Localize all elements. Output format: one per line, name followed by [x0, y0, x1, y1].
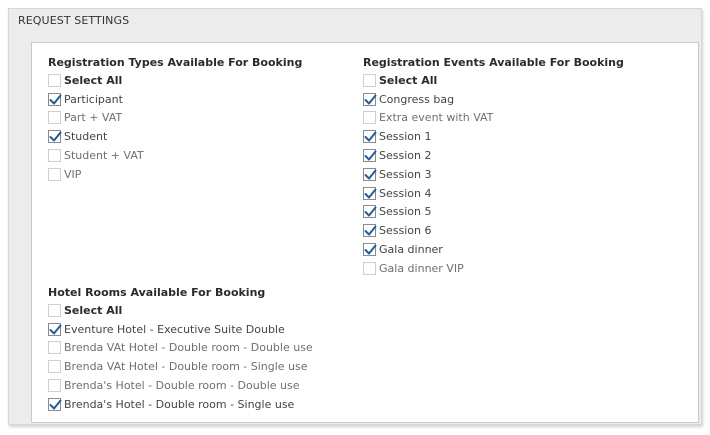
registration-events-option-extra-event-with-vat[interactable]: Extra event with VAT	[363, 109, 624, 128]
checkmark-icon	[364, 131, 377, 142]
registration-events-list: Select All Congress bag Extra event with V…	[363, 71, 624, 278]
checkmark-icon	[364, 150, 377, 161]
checkmark-icon	[49, 94, 62, 105]
registration-events-select-all-label: Select All	[379, 73, 438, 87]
registration-events-option-congress-bag-checkbox[interactable]	[363, 92, 377, 106]
hotel-rooms-option-brenda-s-hotel-double-room-double-use-label: Brenda's Hotel - Double room - Double us…	[64, 379, 300, 393]
registration-events-option-gala-dinner-vip-label: Gala dinner VIP	[379, 261, 464, 275]
registration-types-title: Registration Types Available For Booking	[48, 56, 303, 69]
registration-events-select-all[interactable]: Select All	[363, 71, 624, 90]
registration-types-select-all[interactable]: Select All	[48, 71, 302, 90]
registration-events-option-congress-bag-label: Congress bag	[379, 92, 455, 106]
registration-events-option-session-6[interactable]: Session 6	[363, 221, 624, 240]
checkmark-icon	[364, 188, 377, 199]
registration-events-option-session-1[interactable]: Session 1	[363, 127, 624, 146]
hotel-rooms-select-all-checkbox[interactable]	[48, 303, 61, 317]
settings-content: Registration Types Available For Booking…	[31, 42, 699, 423]
hotel-rooms-select-all[interactable]: Select All	[48, 301, 313, 320]
registration-types-option-student-vat-checkbox[interactable]	[48, 149, 61, 163]
registration-events-option-extra-event-with-vat-checkbox[interactable]	[363, 111, 376, 125]
registration-types-option-student-vat-label: Student + VAT	[64, 149, 144, 163]
checkmark-icon	[49, 131, 62, 142]
registration-events-option-congress-bag[interactable]: Congress bag	[363, 90, 624, 109]
hotel-rooms-option-brenda-vat-hotel-double-room-single-use-label: Brenda VAt Hotel - Double room - Single …	[64, 360, 308, 374]
hotel-rooms-option-brenda-vat-hotel-double-room-double-use-label: Brenda VAt Hotel - Double room - Double …	[64, 341, 313, 355]
registration-types-option-student-vat[interactable]: Student + VAT	[48, 146, 302, 165]
registration-types-list: Select All Participant Part + VAT Student St…	[48, 71, 302, 184]
checkmark-icon	[364, 169, 377, 180]
registration-events-option-session-2-checkbox[interactable]	[363, 149, 377, 163]
hotel-rooms-option-eventure-hotel-executive-suite-double-label: Eventure Hotel - Executive Suite Double	[64, 322, 285, 336]
registration-types-option-part-vat[interactable]: Part + VAT	[48, 109, 302, 128]
registration-events-option-session-6-checkbox[interactable]	[363, 224, 377, 238]
checkmark-icon	[49, 324, 62, 335]
registration-events-option-session-4-checkbox[interactable]	[363, 186, 377, 200]
registration-types-option-vip-label: VIP	[64, 167, 82, 181]
hotel-rooms-select-all-label: Select All	[64, 303, 123, 317]
registration-events-select-all-checkbox[interactable]	[363, 73, 376, 87]
hotel-rooms-option-eventure-hotel-executive-suite-double-checkbox[interactable]	[48, 322, 62, 336]
registration-events-option-session-3[interactable]: Session 3	[363, 165, 624, 184]
hotel-rooms-list: Select All Eventure Hotel - Executive Sui…	[48, 301, 313, 414]
registration-events-option-session-5[interactable]: Session 5	[363, 203, 624, 222]
hotel-rooms-option-brenda-s-hotel-double-room-double-use-checkbox[interactable]	[48, 379, 61, 393]
registration-types-select-all-label: Select All	[64, 73, 123, 87]
registration-events-option-session-4-label: Session 4	[379, 186, 432, 200]
registration-events-option-session-2[interactable]: Session 2	[363, 146, 624, 165]
registration-events-title: Registration Events Available For Bookin…	[363, 56, 624, 69]
hotel-rooms-option-eventure-hotel-executive-suite-double[interactable]: Eventure Hotel - Executive Suite Double	[48, 320, 313, 339]
registration-events-option-gala-dinner-vip[interactable]: Gala dinner VIP	[363, 259, 624, 278]
checkmark-icon	[364, 94, 377, 105]
registration-events-option-session-3-label: Session 3	[379, 167, 432, 181]
registration-events-option-session-6-label: Session 6	[379, 224, 432, 238]
registration-types-option-participant-label: Participant	[64, 92, 123, 106]
registration-events-option-gala-dinner-checkbox[interactable]	[363, 243, 377, 257]
registration-types-option-student[interactable]: Student	[48, 127, 302, 146]
hotel-rooms-group: Hotel Rooms Available For Booking Select…	[48, 285, 313, 414]
section-title: REQUEST SETTINGS	[18, 14, 130, 27]
hotel-rooms-option-brenda-vat-hotel-double-room-single-use[interactable]: Brenda VAt Hotel - Double room - Single …	[48, 357, 313, 376]
checkmark-icon	[364, 244, 377, 255]
registration-types-select-all-checkbox[interactable]	[48, 73, 61, 87]
registration-types-option-student-label: Student	[64, 130, 108, 144]
checkmark-icon	[364, 206, 377, 217]
registration-types-option-participant[interactable]: Participant	[48, 90, 302, 109]
hotel-rooms-option-brenda-vat-hotel-double-room-double-use[interactable]: Brenda VAt Hotel - Double room - Double …	[48, 339, 313, 358]
registration-events-option-session-3-checkbox[interactable]	[363, 167, 377, 181]
registration-types-option-part-vat-checkbox[interactable]	[48, 111, 61, 125]
registration-events-option-session-4[interactable]: Session 4	[363, 184, 624, 203]
registration-events-option-session-5-checkbox[interactable]	[363, 205, 377, 219]
hotel-rooms-option-brenda-s-hotel-double-room-single-use-label: Brenda's Hotel - Double room - Single us…	[64, 397, 295, 411]
registration-types-group: Registration Types Available For Booking…	[48, 55, 302, 184]
checkmark-icon	[49, 399, 62, 410]
registration-types-option-part-vat-label: Part + VAT	[64, 111, 123, 125]
registration-types-option-vip[interactable]: VIP	[48, 165, 302, 184]
checkmark-icon	[364, 225, 377, 236]
hotel-rooms-option-brenda-s-hotel-double-room-double-use[interactable]: Brenda's Hotel - Double room - Double us…	[48, 376, 313, 395]
hotel-rooms-option-brenda-s-hotel-double-room-single-use[interactable]: Brenda's Hotel - Double room - Single us…	[48, 395, 313, 414]
registration-events-group: Registration Events Available For Bookin…	[363, 55, 624, 278]
registration-events-option-gala-dinner-vip-checkbox[interactable]	[363, 261, 376, 275]
hotel-rooms-option-brenda-vat-hotel-double-room-single-use-checkbox[interactable]	[48, 360, 61, 374]
hotel-rooms-option-brenda-s-hotel-double-room-single-use-checkbox[interactable]	[48, 397, 62, 411]
registration-events-option-session-2-label: Session 2	[379, 149, 432, 163]
registration-events-option-gala-dinner-label: Gala dinner	[379, 243, 443, 257]
hotel-rooms-option-brenda-vat-hotel-double-room-double-use-checkbox[interactable]	[48, 341, 61, 355]
registration-events-option-session-1-checkbox[interactable]	[363, 130, 377, 144]
registration-events-option-gala-dinner[interactable]: Gala dinner	[363, 240, 624, 259]
hotel-rooms-title: Hotel Rooms Available For Booking	[48, 286, 266, 299]
registration-events-option-session-1-label: Session 1	[379, 130, 432, 144]
registration-events-option-extra-event-with-vat-label: Extra event with VAT	[379, 111, 494, 125]
request-settings-panel: REQUEST SETTINGS Registration Types Avai…	[8, 8, 702, 425]
registration-types-option-participant-checkbox[interactable]	[48, 92, 62, 106]
registration-types-option-vip-checkbox[interactable]	[48, 167, 61, 181]
registration-events-option-session-5-label: Session 5	[379, 205, 432, 219]
registration-types-option-student-checkbox[interactable]	[48, 130, 62, 144]
